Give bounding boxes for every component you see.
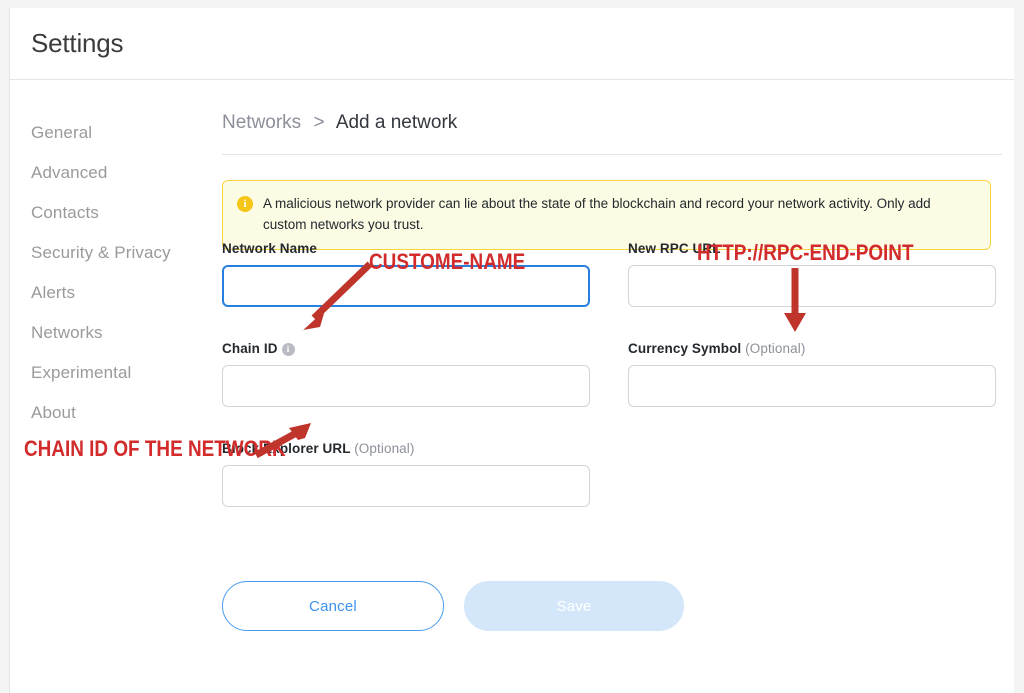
chain-id-input[interactable] bbox=[222, 365, 590, 407]
form-actions: Cancel Save bbox=[222, 581, 684, 631]
currency-symbol-label-text: Currency Symbol bbox=[628, 341, 742, 356]
block-explorer-label: Block Explorer URL (Optional) bbox=[222, 441, 590, 456]
breadcrumb: Networks > Add a network bbox=[222, 112, 457, 134]
sidebar-item-alerts[interactable]: Alerts bbox=[10, 273, 210, 313]
page-title: Settings bbox=[31, 28, 124, 58]
content-divider bbox=[222, 154, 1002, 155]
field-chain-id: Chain ID i bbox=[222, 341, 590, 407]
sidebar-item-networks[interactable]: Networks bbox=[10, 313, 210, 353]
settings-sidebar: General Advanced Contacts Security & Pri… bbox=[10, 81, 210, 433]
breadcrumb-separator: > bbox=[313, 112, 325, 133]
field-currency-symbol: Currency Symbol (Optional) bbox=[628, 341, 996, 407]
cancel-button[interactable]: Cancel bbox=[222, 581, 444, 631]
network-name-label: Network Name bbox=[222, 241, 317, 256]
field-block-explorer-url: Block Explorer URL (Optional) bbox=[222, 441, 590, 507]
info-icon[interactable]: i bbox=[281, 343, 295, 356]
breadcrumb-current: Add a network bbox=[335, 112, 458, 133]
block-explorer-input[interactable] bbox=[222, 465, 590, 507]
block-explorer-label-text: Block Explorer URL bbox=[222, 441, 351, 456]
currency-symbol-input[interactable] bbox=[628, 365, 996, 407]
block-explorer-optional: (Optional) bbox=[354, 441, 415, 456]
rpc-url-input[interactable] bbox=[628, 265, 996, 307]
chain-id-label-text: Chain ID bbox=[222, 341, 278, 356]
rpc-url-label: New RPC URL bbox=[628, 241, 721, 256]
main-content: Networks > Add a network i A malicious n… bbox=[210, 81, 1014, 693]
network-name-input[interactable] bbox=[222, 265, 590, 307]
chain-id-label: Chain ID i bbox=[222, 341, 590, 356]
save-button[interactable]: Save bbox=[464, 581, 684, 631]
sidebar-item-experimental[interactable]: Experimental bbox=[10, 353, 210, 393]
sidebar-item-security-privacy[interactable]: Security & Privacy bbox=[10, 233, 210, 273]
screen: Settings General Advanced Contacts Secur… bbox=[0, 0, 1024, 693]
currency-symbol-label: Currency Symbol (Optional) bbox=[628, 341, 996, 356]
warning-text: A malicious network provider can lie abo… bbox=[263, 196, 931, 232]
field-rpc-url: New RPC URL bbox=[628, 241, 996, 307]
window-header: Settings bbox=[10, 8, 1014, 80]
network-warning-banner: i A malicious network provider can lie a… bbox=[222, 180, 991, 250]
settings-window: Settings General Advanced Contacts Secur… bbox=[10, 8, 1014, 693]
sidebar-item-about[interactable]: About bbox=[10, 393, 210, 433]
sidebar-item-contacts[interactable]: Contacts bbox=[10, 193, 210, 233]
info-icon: i bbox=[237, 196, 253, 212]
currency-symbol-optional: (Optional) bbox=[745, 341, 806, 356]
field-network-name: Network Name bbox=[222, 241, 590, 307]
sidebar-item-general[interactable]: General bbox=[10, 113, 210, 153]
breadcrumb-networks[interactable]: Networks bbox=[222, 112, 301, 133]
sidebar-item-advanced[interactable]: Advanced bbox=[10, 153, 210, 193]
